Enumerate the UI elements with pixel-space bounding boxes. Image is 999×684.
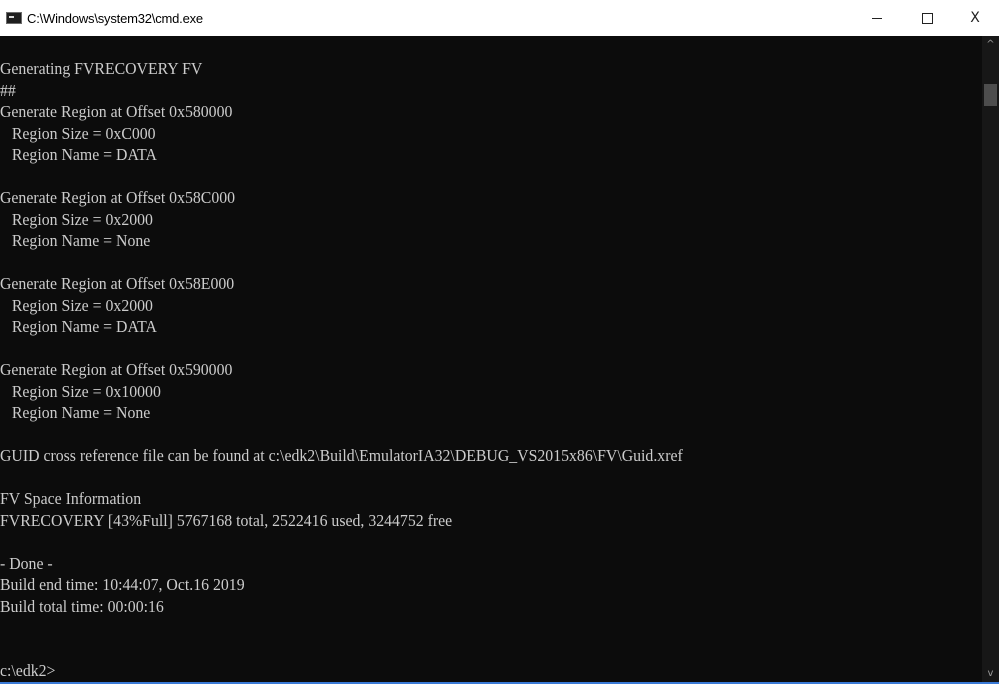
console-line: Region Name = None [0,403,151,422]
window-controls: X [853,0,999,36]
console-line: FVRECOVERY [43%Full] 5767168 total, 2522… [0,510,453,530]
console-line: Region Size = 0x2000 [0,209,153,229]
minimize-button[interactable] [853,0,901,36]
maximize-button[interactable] [903,0,951,36]
scroll-down-button[interactable]: v [982,665,999,682]
cmd-window: C:\Windows\system32\cmd.exe X Generating… [0,0,999,684]
chevron-down-icon: v [987,668,994,679]
chevron-up-icon: ^ [986,39,995,50]
console-line: Generate Region at Offset 0x580000 [0,102,233,121]
console-output[interactable]: Generating FVRECOVERY FV ## Generate Regio… [0,36,982,682]
cmd-console-icon[interactable] [6,12,22,24]
console-line: Region Size = 0xC000 [0,123,156,143]
scrollbar-thumb[interactable] [984,84,997,106]
window-title: C:\Windows\system32\cmd.exe [27,10,203,26]
close-button[interactable]: X [951,0,999,36]
vertical-scrollbar[interactable]: ^ v [982,36,999,682]
scroll-up-button[interactable]: ^ [982,36,999,53]
console-line: Region Size = 0x2000 [0,295,153,315]
console-line: Generate Region at Offset 0x58C000 [0,188,236,207]
console-line: Region Name = DATA [0,317,157,336]
console-line: Build total time: 00:00:16 [0,596,164,616]
console-line: Build end time: 10:44:07, Oct.16 2019 [0,575,245,594]
console-line: Region Name = DATA [0,145,157,164]
console-line: c:\edk2> [0,661,56,680]
console-line: ## [0,80,16,100]
console-lines: Generating FVRECOVERY FV ## Generate Regio… [0,36,982,682]
minimize-icon [872,17,882,19]
console-line: GUID cross reference file can be found a… [0,446,683,465]
console-line: Generate Region at Offset 0x58E000 [0,274,235,293]
title-bar[interactable]: C:\Windows\system32\cmd.exe X [0,0,999,36]
console-line: Region Size = 0x10000 [0,381,161,401]
close-icon: X [970,10,980,26]
console-line: - Done - [0,553,53,573]
console-line: Generating FVRECOVERY FV [0,59,203,78]
console-line: Generate Region at Offset 0x590000 [0,360,233,379]
maximize-icon [921,12,933,24]
console-line: FV Space Information [0,489,142,508]
console-line: Region Name = None [0,231,151,250]
